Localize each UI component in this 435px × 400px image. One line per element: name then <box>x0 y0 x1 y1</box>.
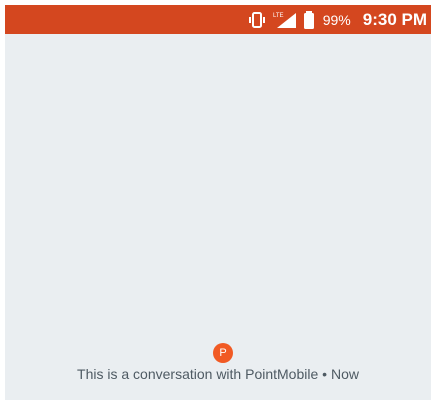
vibrate-icon <box>247 11 267 28</box>
conversation-separator: • <box>322 366 328 382</box>
conversation-timestamp: Now <box>330 366 359 382</box>
lte-icon: LTE <box>273 11 297 29</box>
status-bar: LTE 99% 9:30 PM <box>5 5 431 34</box>
chat-screen: LTE 99% 9:30 PM P This is a conversation… <box>5 5 431 400</box>
avatar: P <box>213 343 233 363</box>
conversation-area: P This is a conversation with PointMobil… <box>5 34 431 400</box>
battery-icon <box>303 10 315 29</box>
status-icons: LTE 99% 9:30 PM <box>247 5 427 34</box>
conversation-intro-text: This is a conversation with PointMobile <box>77 366 319 382</box>
battery-percentage: 99% <box>322 11 351 28</box>
status-time: 9:30 PM <box>362 10 427 29</box>
lte-label: LTE <box>273 13 284 19</box>
conversation-intro: This is a conversation with PointMobile … <box>5 365 431 383</box>
